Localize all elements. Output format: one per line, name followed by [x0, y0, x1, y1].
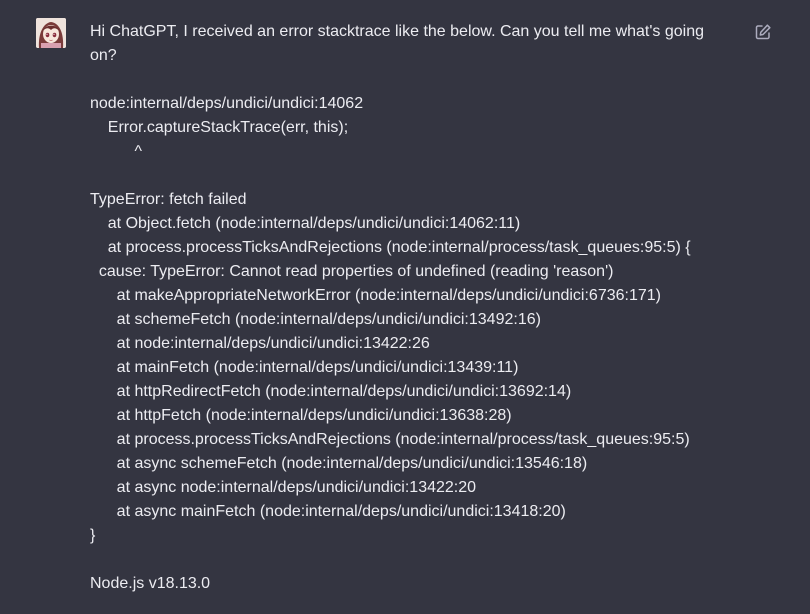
user-message-row: Hi ChatGPT, I received an error stacktra…: [0, 0, 810, 614]
trace-header-line: node:internal/deps/undici/undici:14062: [90, 95, 364, 112]
trace-header-line: Error.captureStackTrace(err, this);: [90, 119, 349, 136]
trace-header-block: node:internal/deps/undici/undici:14062 E…: [90, 92, 730, 164]
trace-header-line: ^: [90, 143, 142, 160]
user-avatar: [36, 18, 66, 48]
edit-message-button[interactable]: [754, 23, 772, 41]
trace-line: at process.processTicksAndRejections (no…: [90, 239, 691, 256]
anime-avatar-icon: [36, 18, 66, 48]
edit-icon: [755, 24, 771, 40]
trace-line: at mainFetch (node:internal/deps/undici/…: [90, 359, 519, 376]
message-intro: Hi ChatGPT, I received an error stacktra…: [90, 23, 705, 64]
trace-line: at async node:internal/deps/undici/undic…: [90, 479, 477, 496]
trace-line: at makeAppropriateNetworkError (node:int…: [90, 287, 661, 304]
trace-line: at httpRedirectFetch (node:internal/deps…: [90, 383, 572, 400]
trace-line: at httpFetch (node:internal/deps/undici/…: [90, 407, 512, 424]
trace-line: at process.processTicksAndRejections (no…: [90, 431, 690, 448]
trace-line: at schemeFetch (node:internal/deps/undic…: [90, 311, 541, 328]
trace-line: at node:internal/deps/undici/undici:1342…: [90, 335, 430, 352]
trace-line: at Object.fetch (node:internal/deps/undi…: [90, 215, 521, 232]
trace-body-block: TypeError: fetch failed at Object.fetch …: [90, 188, 730, 548]
trace-line: cause: TypeError: Cannot read properties…: [90, 263, 614, 280]
trace-line: at async mainFetch (node:internal/deps/u…: [90, 503, 566, 520]
trace-line: at async schemeFetch (node:internal/deps…: [90, 455, 588, 472]
message-content: Hi ChatGPT, I received an error stacktra…: [90, 20, 730, 596]
trace-line: }: [90, 527, 96, 544]
node-version-line: Node.js v18.13.0: [90, 575, 211, 592]
trace-line: TypeError: fetch failed: [90, 191, 247, 208]
